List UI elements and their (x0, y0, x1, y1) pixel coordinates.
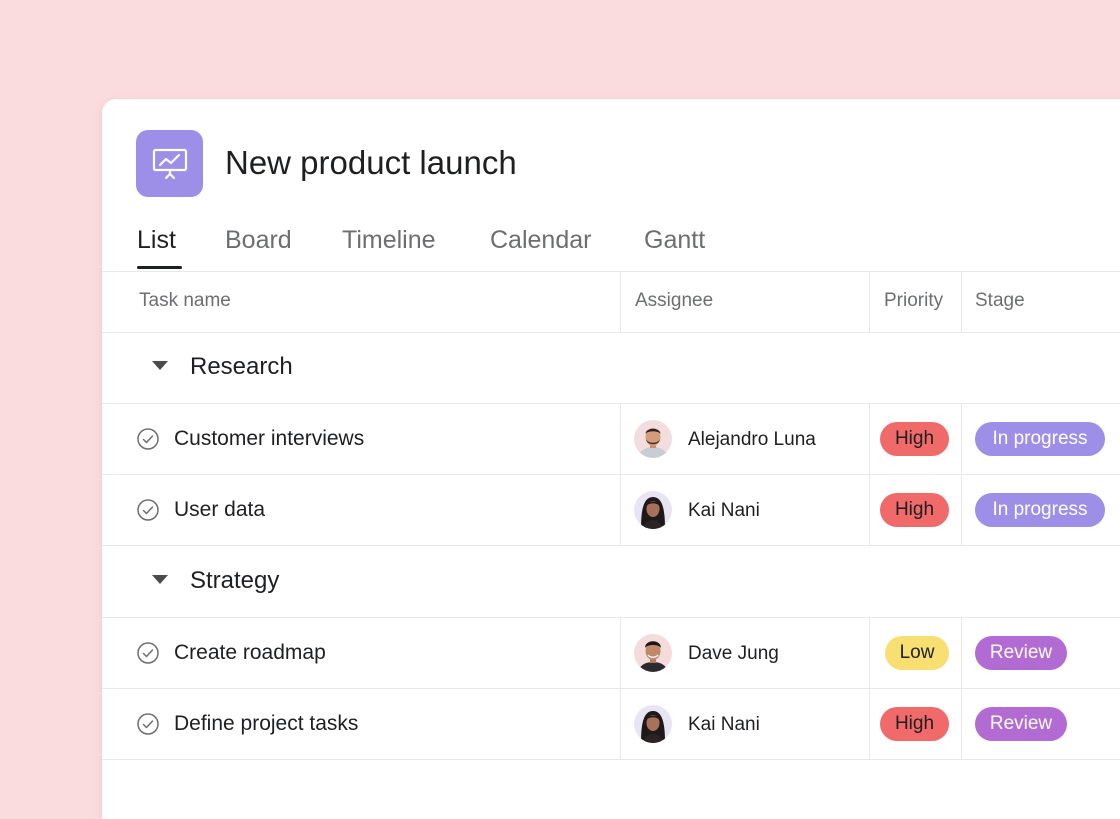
tab-gantt[interactable]: Gantt (644, 223, 705, 257)
project-title: New product launch (225, 144, 517, 181)
assignee-name: Dave Jung (688, 643, 779, 664)
task-name[interactable]: Create roadmap (174, 640, 326, 666)
tab-calendar[interactable]: Calendar (490, 223, 591, 257)
project-card: New product launch List Board Timeline C… (102, 99, 1120, 819)
section-strategy: Strategy (102, 546, 1120, 616)
task-name[interactable]: Customer interviews (174, 426, 364, 452)
avatar (634, 705, 672, 743)
stage-badge[interactable]: In progress (975, 422, 1105, 456)
column-divider (961, 271, 962, 332)
column-divider (869, 271, 870, 332)
tab-timeline[interactable]: Timeline (342, 223, 436, 257)
caret-down-icon[interactable] (152, 575, 168, 584)
section-research: Research (102, 332, 1120, 402)
divider (102, 759, 1120, 760)
stage-badge[interactable]: Review (975, 707, 1067, 741)
column-header-stage[interactable]: Stage (975, 289, 1025, 313)
task-name[interactable]: Define project tasks (174, 711, 358, 737)
column-header-priority[interactable]: Priority (884, 289, 943, 313)
tab-board[interactable]: Board (225, 223, 292, 257)
priority-badge[interactable]: High (880, 707, 949, 741)
priority-badge[interactable]: High (880, 493, 949, 527)
task-name[interactable]: User data (174, 497, 265, 523)
presentation-chart-icon (152, 148, 187, 179)
project-icon[interactable] (136, 130, 203, 197)
check-circle-icon[interactable] (137, 428, 159, 450)
section-label[interactable]: Research (190, 353, 293, 381)
table-row[interactable]: Customer interviews Alejandro Luna High … (102, 404, 1120, 474)
assignee-name: Alejandro Luna (688, 429, 816, 450)
check-circle-icon[interactable] (137, 499, 159, 521)
avatar (634, 420, 672, 458)
column-header-task-name[interactable]: Task name (139, 289, 231, 313)
section-label[interactable]: Strategy (190, 567, 279, 595)
tab-list[interactable]: List (137, 223, 176, 257)
priority-badge[interactable]: Low (885, 636, 949, 670)
column-divider (620, 271, 621, 332)
stage-badge[interactable]: Review (975, 636, 1067, 670)
check-circle-icon[interactable] (137, 642, 159, 664)
caret-down-icon[interactable] (152, 361, 168, 370)
check-circle-icon[interactable] (137, 713, 159, 735)
assignee-name: Kai Nani (688, 500, 760, 521)
stage-badge[interactable]: In progress (975, 493, 1105, 527)
avatar (634, 491, 672, 529)
assignee-name: Kai Nani (688, 714, 760, 735)
table-row[interactable]: User data Kai Nani High In progress (102, 475, 1120, 545)
priority-badge[interactable]: High (880, 422, 949, 456)
table-row[interactable]: Create roadmap Dave Jung Low Review (102, 618, 1120, 688)
column-header-assignee[interactable]: Assignee (635, 289, 713, 313)
table-row[interactable]: Define project tasks Kai Nani High Revie… (102, 689, 1120, 759)
active-tab-indicator (137, 266, 182, 269)
avatar (634, 634, 672, 672)
divider (102, 271, 1120, 272)
